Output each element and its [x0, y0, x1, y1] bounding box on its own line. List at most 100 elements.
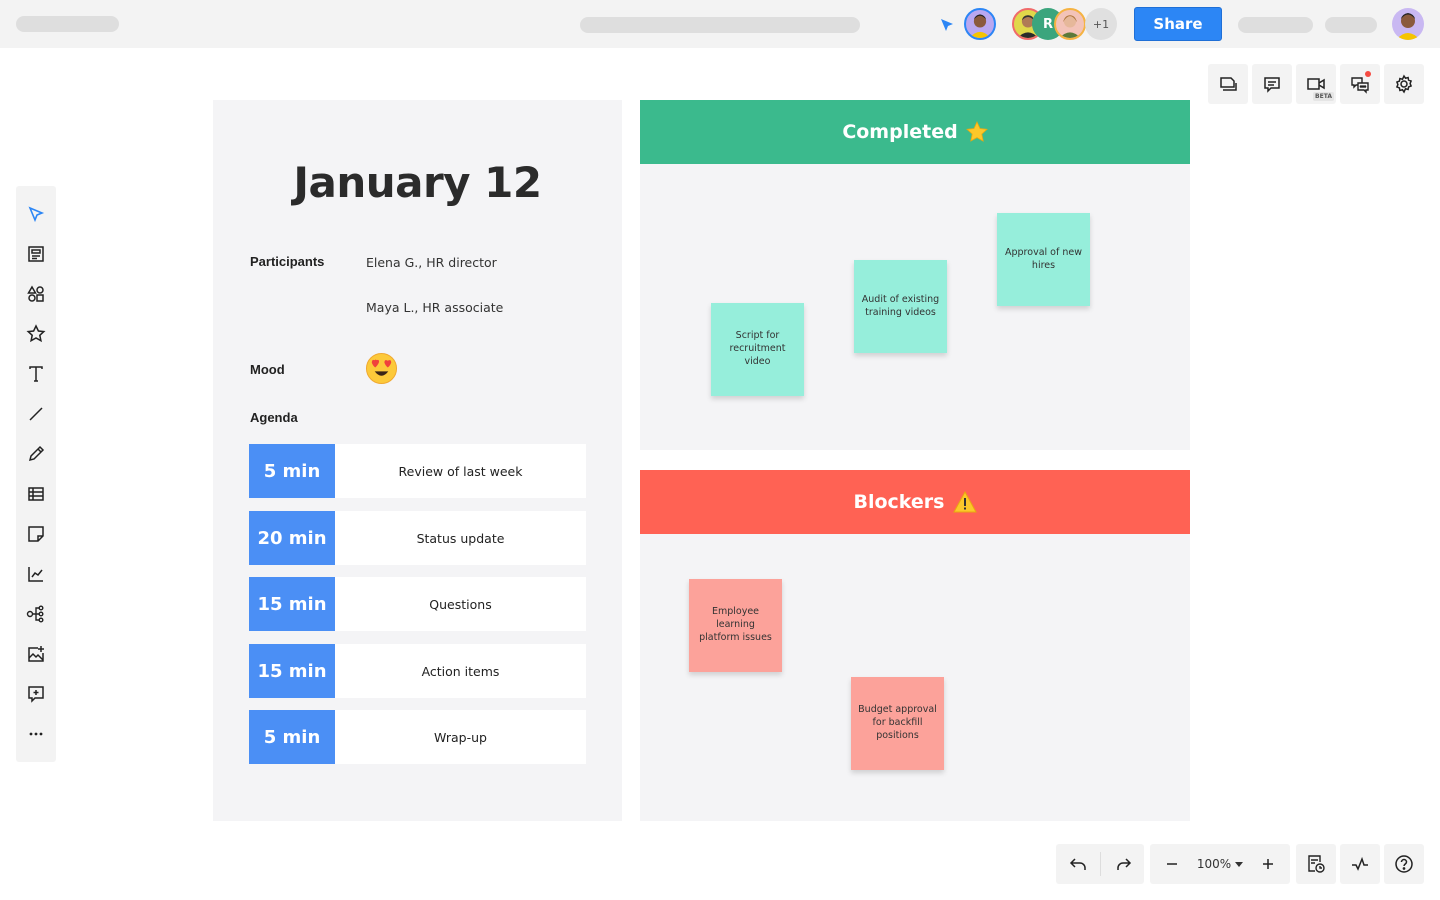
mindmap-icon [26, 605, 44, 623]
redo-icon [1116, 858, 1131, 870]
sticker-tool[interactable] [16, 314, 56, 354]
template-tool[interactable] [16, 234, 56, 274]
star-icon [26, 324, 46, 343]
plus-icon [1263, 859, 1273, 869]
warning-emoji-icon [952, 491, 977, 513]
agenda-row[interactable]: 20 min Status update [249, 511, 586, 565]
beta-badge: BETA [1313, 92, 1334, 101]
settings-button[interactable] [1384, 64, 1424, 104]
participants-label: Participants [250, 254, 325, 269]
caret-down-icon [1235, 861, 1244, 867]
agenda-item: Action items [421, 663, 500, 679]
completed-header[interactable]: Completed [640, 100, 1190, 164]
pen-tool[interactable] [16, 434, 56, 474]
zoom-out-button[interactable] [1150, 844, 1194, 884]
activity-icon [1352, 856, 1368, 871]
text-tool[interactable] [16, 354, 56, 394]
activity-button[interactable] [1340, 844, 1380, 884]
minus-icon [1167, 863, 1177, 865]
sticky-note[interactable]: Script for recruitment video [711, 303, 804, 396]
chart-icon [28, 567, 43, 582]
chart-tool[interactable] [16, 554, 56, 594]
agenda-item: Status update [416, 530, 505, 546]
meeting-notes-frame[interactable]: January 12 Participants Elena G., HR dir… [213, 100, 622, 821]
sticky-note[interactable]: Approval of new hires [997, 213, 1090, 306]
heart-eyes-emoji-icon[interactable] [365, 352, 398, 385]
shapes-tool[interactable] [16, 274, 56, 314]
participant[interactable]: Elena G., HR director [366, 255, 497, 270]
sticky-note-tool[interactable] [16, 514, 56, 554]
mindmap-tool[interactable] [16, 594, 56, 634]
zoom-level-dropdown[interactable]: 100% [1194, 844, 1246, 884]
completed-title: Completed [842, 121, 958, 143]
undo-button[interactable] [1056, 844, 1100, 884]
version-history-button[interactable] [1296, 844, 1336, 884]
agenda-row[interactable]: 5 min Review of last week [249, 444, 586, 498]
image-tool[interactable] [16, 634, 56, 674]
completed-frame[interactable]: Completed Script for recruitment video A… [640, 100, 1190, 450]
agenda-item: Review of last week [398, 463, 523, 479]
agenda-label: Agenda [250, 410, 298, 425]
zoom-controls: 100% [1150, 844, 1290, 884]
video-button[interactable]: BETA [1296, 64, 1336, 104]
agenda-duration: 15 min [249, 644, 335, 698]
line-icon [29, 407, 43, 421]
text-icon [29, 366, 43, 382]
sticky-note[interactable]: Employee learning platform issues [689, 579, 782, 672]
board-title-placeholder[interactable] [580, 17, 860, 33]
table-icon [28, 487, 44, 501]
sticky-note-icon [28, 526, 44, 542]
pages-icon [1220, 77, 1237, 91]
toolbar-placeholder[interactable] [1238, 17, 1313, 33]
zoom-level: 100% [1196, 857, 1232, 871]
collaborator-avatar[interactable] [1054, 8, 1086, 40]
agenda-item: Wrap-up [434, 729, 487, 745]
toolbar-placeholder[interactable] [1325, 17, 1377, 33]
select-tool[interactable] [16, 194, 56, 234]
chat-button[interactable] [1340, 64, 1380, 104]
add-comment-tool[interactable] [16, 674, 56, 714]
line-tool[interactable] [16, 394, 56, 434]
pages-button[interactable] [1208, 64, 1248, 104]
more-tools[interactable] [16, 714, 56, 754]
add-comment-icon [28, 686, 44, 703]
template-icon [28, 246, 44, 262]
participant[interactable]: Maya L., HR associate [366, 300, 503, 315]
blockers-frame[interactable]: Blockers Employee learning platform issu… [640, 470, 1190, 821]
agenda-row[interactable]: 15 min Questions [249, 577, 586, 631]
more-icon [29, 732, 43, 736]
pen-icon [28, 445, 45, 462]
share-button[interactable]: Share [1134, 7, 1222, 41]
zoom-in-button[interactable] [1246, 844, 1290, 884]
agenda-row[interactable]: 5 min Wrap-up [249, 710, 586, 764]
agenda-duration: 5 min [249, 444, 335, 498]
star-emoji-icon [965, 121, 988, 142]
help-button[interactable] [1384, 844, 1424, 884]
table-tool[interactable] [16, 474, 56, 514]
sticky-note[interactable]: Budget approval for backfill positions [851, 677, 944, 770]
left-toolbar [16, 186, 56, 762]
blockers-title: Blockers [853, 491, 945, 513]
history-controls [1056, 844, 1144, 884]
profile-avatar[interactable] [1392, 8, 1424, 40]
comments-button[interactable] [1252, 64, 1292, 104]
help-icon [1395, 855, 1413, 873]
sticky-note[interactable]: Audit of existing training videos [854, 260, 947, 353]
current-user-avatar[interactable] [964, 8, 996, 40]
undo-icon [1069, 858, 1086, 870]
blockers-header[interactable]: Blockers [640, 470, 1190, 534]
video-icon [1307, 78, 1325, 90]
redo-button[interactable] [1101, 844, 1144, 884]
mood-label: Mood [250, 362, 285, 377]
agenda-duration: 5 min [249, 710, 335, 764]
cursor-follow-icon[interactable] [938, 16, 956, 34]
shapes-icon [27, 285, 44, 302]
board-name-placeholder[interactable] [16, 16, 119, 32]
meeting-date-title[interactable]: January 12 [213, 158, 622, 207]
agenda-duration: 20 min [249, 511, 335, 565]
select-icon [28, 206, 45, 223]
agenda-duration: 15 min [249, 577, 335, 631]
agenda-row[interactable]: 15 min Action items [249, 644, 586, 698]
right-toolbar: BETA [1208, 64, 1424, 104]
more-collaborators-badge[interactable]: +1 [1085, 8, 1117, 40]
